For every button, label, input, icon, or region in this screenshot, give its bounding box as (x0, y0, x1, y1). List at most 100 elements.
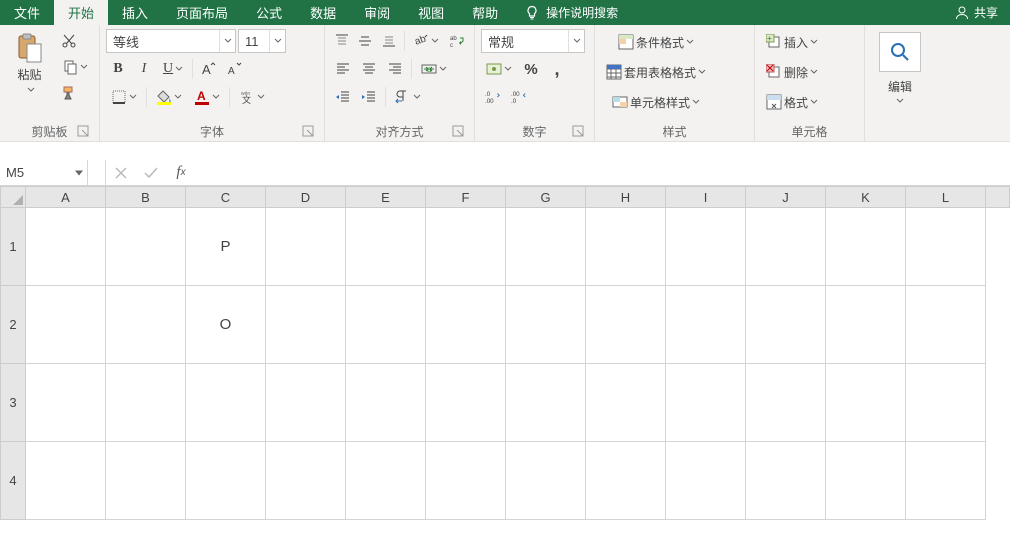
cell-D1[interactable] (266, 208, 346, 286)
delete-cells-button[interactable]: 删除 (761, 59, 823, 85)
column-header-E[interactable]: E (346, 186, 426, 208)
align-bottom-button[interactable] (378, 29, 400, 53)
tab-page-layout[interactable]: 页面布局 (162, 0, 242, 25)
column-header-D[interactable]: D (266, 186, 346, 208)
cell-L2[interactable] (906, 286, 986, 364)
cell-B3[interactable] (106, 364, 186, 442)
decrease-font-button[interactable]: A (223, 57, 247, 81)
cell-I2[interactable] (666, 286, 746, 364)
merge-center-button[interactable]: a (416, 57, 452, 81)
tab-review[interactable]: 审阅 (350, 0, 404, 25)
cell-G2[interactable] (506, 286, 586, 364)
cell-I3[interactable] (666, 364, 746, 442)
alignment-launcher[interactable] (452, 125, 466, 139)
cell-E1[interactable] (346, 208, 426, 286)
cell-A2[interactable] (26, 286, 106, 364)
borders-button[interactable] (106, 85, 142, 109)
column-header-H[interactable]: H (586, 186, 666, 208)
tab-file[interactable]: 文件 (0, 0, 54, 25)
format-cells-button[interactable]: 格式 (761, 89, 823, 115)
format-painter-button[interactable] (57, 81, 81, 105)
tab-view[interactable]: 视图 (404, 0, 458, 25)
font-launcher[interactable] (302, 125, 316, 139)
cell-E4[interactable] (346, 442, 426, 520)
decrease-decimal-button[interactable]: .00.0 (507, 85, 531, 109)
column-header-L[interactable]: L (906, 186, 986, 208)
cell-C4[interactable] (186, 442, 266, 520)
rtl-button[interactable] (390, 85, 426, 109)
comma-button[interactable]: , (545, 57, 569, 81)
percent-button[interactable]: % (519, 57, 543, 81)
cell-K1[interactable] (826, 208, 906, 286)
cell-styles-button[interactable]: 单元格样式 (601, 89, 711, 115)
cell-K4[interactable] (826, 442, 906, 520)
copy-button[interactable] (57, 55, 93, 79)
tell-me-search[interactable]: 操作说明搜索 (512, 0, 630, 25)
share-button[interactable]: 共享 (942, 0, 1010, 25)
cell-F3[interactable] (426, 364, 506, 442)
formula-input[interactable] (196, 160, 1010, 185)
cell-K3[interactable] (826, 364, 906, 442)
font-color-button[interactable]: A (189, 85, 225, 109)
row-header-1[interactable]: 1 (0, 208, 26, 286)
cell-L1[interactable] (906, 208, 986, 286)
phonetic-button[interactable]: wén文 (234, 85, 270, 109)
cell-H2[interactable] (586, 286, 666, 364)
number-format-dropdown[interactable]: 常规 (481, 29, 585, 53)
insert-function-button[interactable]: fx (166, 160, 196, 185)
cell-I4[interactable] (666, 442, 746, 520)
align-left-button[interactable] (331, 57, 355, 81)
cell-E3[interactable] (346, 364, 426, 442)
cell-H3[interactable] (586, 364, 666, 442)
paste-button[interactable]: 粘贴 (6, 29, 53, 123)
wrap-text-button[interactable]: abc (446, 29, 468, 53)
cell-F2[interactable] (426, 286, 506, 364)
increase-decimal-button[interactable]: .0.00 (481, 85, 505, 109)
bold-button[interactable]: B (106, 57, 130, 81)
italic-button[interactable]: I (132, 57, 156, 81)
row-header-4[interactable]: 4 (0, 442, 26, 520)
cell-A4[interactable] (26, 442, 106, 520)
row-header-3[interactable]: 3 (0, 364, 26, 442)
cell-A3[interactable] (26, 364, 106, 442)
cell-G1[interactable] (506, 208, 586, 286)
align-right-button[interactable] (383, 57, 407, 81)
cell-D3[interactable] (266, 364, 346, 442)
increase-indent-button[interactable] (357, 85, 381, 109)
cell-L4[interactable] (906, 442, 986, 520)
accounting-format-button[interactable] (481, 57, 517, 81)
column-header-A[interactable]: A (26, 186, 106, 208)
select-all-corner[interactable] (0, 186, 26, 208)
cell-J2[interactable] (746, 286, 826, 364)
column-header-partial[interactable] (986, 186, 1010, 208)
cell-L3[interactable] (906, 364, 986, 442)
cell-B4[interactable] (106, 442, 186, 520)
font-name-dropdown[interactable]: 等线 (106, 29, 236, 53)
name-box[interactable]: M5 (0, 160, 88, 185)
tab-insert[interactable]: 插入 (108, 0, 162, 25)
column-header-I[interactable]: I (666, 186, 746, 208)
format-as-table-button[interactable]: 套用表格格式 (601, 59, 711, 85)
cell-J1[interactable] (746, 208, 826, 286)
align-middle-button[interactable] (355, 29, 377, 53)
align-top-button[interactable] (331, 29, 353, 53)
cell-I1[interactable] (666, 208, 746, 286)
cell-D4[interactable] (266, 442, 346, 520)
column-header-C[interactable]: C (186, 186, 266, 208)
cell-G3[interactable] (506, 364, 586, 442)
underline-button[interactable]: U (158, 57, 188, 81)
cell-E2[interactable] (346, 286, 426, 364)
cell-H4[interactable] (586, 442, 666, 520)
orientation-button[interactable]: ab (408, 29, 444, 53)
cell-F4[interactable] (426, 442, 506, 520)
conditional-formatting-button[interactable]: 条件格式 (601, 29, 711, 55)
cell-K2[interactable] (826, 286, 906, 364)
tab-formulas[interactable]: 公式 (242, 0, 296, 25)
cell-J4[interactable] (746, 442, 826, 520)
cell-D2[interactable] (266, 286, 346, 364)
column-header-B[interactable]: B (106, 186, 186, 208)
find-select-button[interactable]: 编辑 (872, 29, 928, 123)
cell-B2[interactable] (106, 286, 186, 364)
increase-font-button[interactable]: A (197, 57, 221, 81)
cancel-formula-button[interactable] (106, 160, 136, 185)
